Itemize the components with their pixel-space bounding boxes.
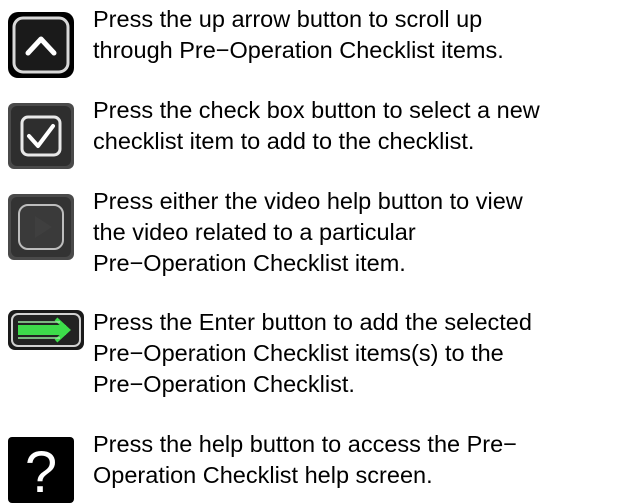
instruction-line: Pre−Operation Checklist.	[93, 371, 355, 397]
instruction-row-check-box: Press the check box button to select a n…	[0, 95, 618, 175]
check-box-button[interactable]	[8, 103, 74, 169]
check-box-icon	[8, 103, 74, 169]
instruction-text-up-arrow: Press the up arrow button to scroll up t…	[93, 4, 613, 66]
instruction-line: Press the check box button to select a n…	[93, 97, 540, 123]
instruction-line: Pre−Operation Checklist item.	[93, 250, 406, 276]
instruction-line: through Pre−Operation Checklist items.	[93, 37, 504, 63]
video-help-icon	[8, 194, 74, 260]
video-help-button[interactable]	[8, 194, 74, 260]
instruction-line: checklist item to add to the checklist.	[93, 128, 475, 154]
instruction-row-video-help: Press either the video help button to vi…	[0, 188, 618, 300]
up-arrow-button[interactable]	[8, 12, 74, 78]
enter-arrow-icon	[8, 310, 84, 350]
instruction-row-help: ? Press the help button to access the Pr…	[0, 425, 618, 503]
instruction-line: Pre−Operation Checklist items(s) to the	[93, 340, 504, 366]
question-mark-icon: ?	[8, 437, 74, 503]
up-arrow-icon	[8, 12, 74, 78]
instruction-text-enter: Press the Enter button to add the select…	[93, 307, 613, 400]
instruction-line: Press the help button to access the Pre−	[93, 431, 517, 457]
instruction-line: Press the Enter button to add the select…	[93, 309, 532, 335]
instruction-text-help: Press the help button to access the Pre−…	[93, 429, 613, 491]
instruction-row-up-arrow: Press the up arrow button to scroll up t…	[0, 0, 618, 85]
instruction-line: Press either the video help button to vi…	[93, 188, 523, 214]
instruction-text-video-help: Press either the video help button to vi…	[93, 186, 613, 279]
instruction-line: Press the up arrow button to scroll up	[93, 6, 483, 32]
instruction-line: the video related to a particular	[93, 219, 416, 245]
instruction-line: Operation Checklist help screen.	[93, 462, 433, 488]
instruction-text-check-box: Press the check box button to select a n…	[93, 95, 613, 157]
instruction-row-enter: Press the Enter button to add the select…	[0, 307, 618, 410]
help-button[interactable]: ?	[8, 437, 74, 503]
svg-text:?: ?	[25, 440, 57, 503]
enter-button[interactable]	[8, 310, 84, 350]
